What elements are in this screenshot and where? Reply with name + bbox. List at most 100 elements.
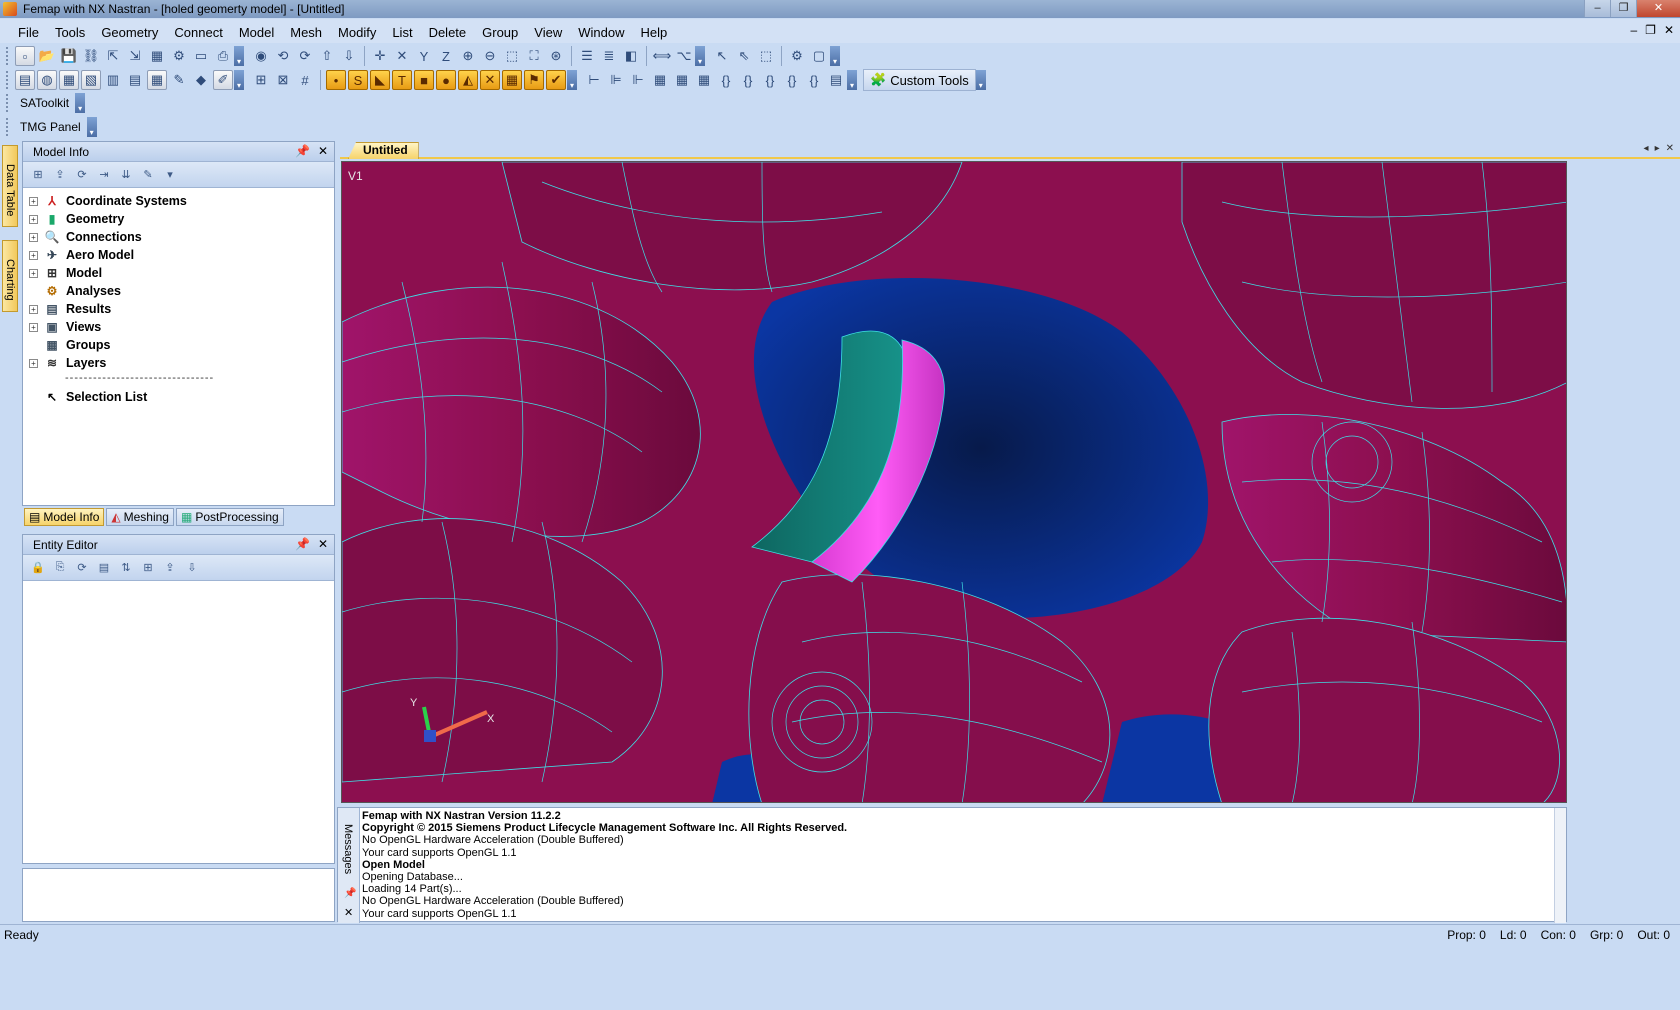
expand-icon[interactable]: + bbox=[29, 358, 38, 368]
satoolkit-button[interactable]: SAToolkit bbox=[14, 96, 75, 110]
satoolkit-dropdown[interactable]: ▾ bbox=[75, 93, 86, 113]
zoom-window-icon[interactable]: ⬚ bbox=[502, 46, 522, 66]
autoscale-icon[interactable]: ⛶ bbox=[524, 46, 544, 66]
tree-item-geometry[interactable]: + ▮ Geometry bbox=[29, 210, 334, 228]
menu-mesh[interactable]: Mesh bbox=[282, 25, 330, 40]
highlight-icon[interactable]: ✎ bbox=[139, 166, 157, 184]
menu-model[interactable]: Model bbox=[231, 25, 282, 40]
folder-up-icon[interactable]: ⇪ bbox=[51, 166, 69, 184]
mdi-minimize-button[interactable]: – bbox=[1630, 23, 1637, 37]
grid-icon[interactable]: ▥ bbox=[103, 70, 123, 90]
tree-item-analyses[interactable]: ⚙ Analyses bbox=[29, 282, 334, 300]
tree-item-model[interactable]: + ⊞ Model bbox=[29, 264, 334, 282]
import-icon[interactable]: ⇩ bbox=[183, 559, 201, 577]
toolbar-overflow-dropdown-2[interactable]: ▾ bbox=[695, 46, 705, 66]
messages-side-tab[interactable]: Messages 📌 ✕ bbox=[338, 808, 360, 923]
expand-icon[interactable]: + bbox=[29, 196, 38, 206]
print-icon[interactable]: ⎙ bbox=[213, 46, 233, 66]
tree-item-selection-list[interactable]: ↖ Selection List bbox=[29, 388, 334, 406]
toolbar-overflow-dropdown[interactable]: ▾ bbox=[234, 46, 244, 66]
element-icon[interactable]: ◭ bbox=[458, 70, 478, 90]
tree-item-views[interactable]: + ▣ Views bbox=[29, 318, 334, 336]
custom-tools-dropdown[interactable]: ▾ bbox=[975, 70, 986, 90]
align-icon-2[interactable]: ⊫ bbox=[606, 70, 626, 90]
tab-meshing[interactable]: ◭ Meshing bbox=[106, 508, 174, 526]
table-grid-icon-3[interactable]: ▦ bbox=[694, 70, 714, 90]
render-icon[interactable]: ▧ bbox=[81, 70, 101, 90]
constraint-icon[interactable]: ✔ bbox=[546, 70, 566, 90]
tab-charting[interactable]: Charting bbox=[2, 240, 18, 312]
move-down-icon[interactable]: ⇊ bbox=[117, 166, 135, 184]
expand-icon[interactable]: + bbox=[29, 268, 38, 278]
expand-icon[interactable]: + bbox=[29, 250, 38, 260]
zoom-in-icon[interactable]: ⊕ bbox=[458, 46, 478, 66]
select-icon[interactable]: ↖ bbox=[712, 46, 732, 66]
femap-app-icon[interactable] bbox=[3, 2, 17, 16]
arrow-up-icon[interactable]: ⇧ bbox=[317, 46, 337, 66]
menu-view[interactable]: View bbox=[526, 25, 570, 40]
refresh-icon[interactable]: ⟳ bbox=[73, 559, 91, 577]
solid-icon[interactable]: ■ bbox=[414, 70, 434, 90]
point-icon[interactable]: • bbox=[326, 70, 346, 90]
menu-delete[interactable]: Delete bbox=[421, 25, 475, 40]
solid-view-icon[interactable]: ◧ bbox=[621, 46, 641, 66]
shapes-icon[interactable]: ◆ bbox=[191, 70, 211, 90]
paint-icon[interactable]: ✎ bbox=[169, 70, 189, 90]
close-icon[interactable]: ✕ bbox=[318, 144, 328, 158]
tree-item-aero-model[interactable]: + ✈ Aero Model bbox=[29, 246, 334, 264]
surface-icon[interactable]: ◣ bbox=[370, 70, 390, 90]
pin-icon[interactable]: 📌 bbox=[295, 144, 310, 158]
expand-icon[interactable]: ⊞ bbox=[139, 559, 157, 577]
view-x-icon[interactable]: ✕ bbox=[392, 46, 412, 66]
custom-tools-button[interactable]: 🧩 Custom Tools bbox=[863, 69, 976, 91]
lock-icon[interactable]: 🔒 bbox=[29, 559, 47, 577]
import-icon[interactable]: ⇱ bbox=[103, 46, 123, 66]
toolbar-grip-3[interactable] bbox=[6, 94, 10, 112]
copy-icon[interactable]: ⎘ bbox=[51, 559, 69, 577]
save-icon[interactable]: 💾 bbox=[59, 46, 79, 66]
toolbar-grip[interactable] bbox=[6, 47, 10, 65]
globe-icon[interactable]: ◉ bbox=[251, 46, 271, 66]
menu-file[interactable]: File bbox=[10, 25, 47, 40]
expand-icon[interactable]: + bbox=[29, 304, 38, 314]
toolbar-overflow-dropdown-5[interactable]: ▾ bbox=[567, 70, 577, 90]
analysis-icon[interactable]: ⚙ bbox=[169, 46, 189, 66]
boundary-icon[interactable]: ✕ bbox=[480, 70, 500, 90]
mdi-restore-button[interactable]: ❐ bbox=[1645, 23, 1656, 37]
view-y-icon[interactable]: Y bbox=[414, 46, 434, 66]
table-grid-icon-2[interactable]: ▦ bbox=[672, 70, 692, 90]
highlight-dropdown-icon[interactable]: ▾ bbox=[161, 166, 179, 184]
move-icon[interactable]: ⇥ bbox=[95, 166, 113, 184]
view-select-icon[interactable]: ▤ bbox=[15, 70, 35, 90]
tree-item-results[interactable]: + ▤ Results bbox=[29, 300, 334, 318]
align-left-icon[interactable]: ⊢ bbox=[584, 70, 604, 90]
brace-icon-2[interactable]: {} bbox=[738, 70, 758, 90]
graphics-viewport[interactable]: V1 X Y bbox=[341, 161, 1567, 803]
toolbar-overflow-dropdown-4[interactable]: ▾ bbox=[234, 70, 244, 90]
pick-icon[interactable]: ⇖ bbox=[734, 46, 754, 66]
mdi-close-button[interactable]: ✕ bbox=[1664, 23, 1674, 37]
expand-icon[interactable]: + bbox=[29, 232, 38, 242]
table-icon[interactable]: ▦ bbox=[147, 46, 167, 66]
edit-icon[interactable]: ✐ bbox=[213, 70, 233, 90]
report-icon[interactable]: ▤ bbox=[826, 70, 846, 90]
menu-modify[interactable]: Modify bbox=[330, 25, 384, 40]
expand-icon[interactable]: + bbox=[29, 214, 38, 224]
mesh-icon[interactable]: ⊞ bbox=[251, 70, 271, 90]
tab-model-info[interactable]: ▤ Model Info bbox=[24, 508, 105, 526]
close-icon[interactable]: ✕ bbox=[318, 537, 328, 551]
pin-icon[interactable]: 📌 bbox=[295, 537, 310, 551]
minimize-button[interactable]: – bbox=[1584, 0, 1610, 17]
workplane-icon[interactable]: ▤ bbox=[125, 70, 145, 90]
tmg-panel-button[interactable]: TMG Panel bbox=[14, 120, 87, 134]
toolbar-overflow-dropdown-3[interactable]: ▾ bbox=[830, 46, 840, 66]
toolbar-grip-2[interactable] bbox=[6, 71, 10, 89]
refresh-icon[interactable]: ⟳ bbox=[73, 166, 91, 184]
export-icon[interactable]: ⇲ bbox=[125, 46, 145, 66]
tree-item-coordinate-systems[interactable]: + ⅄ Coordinate Systems bbox=[29, 192, 334, 210]
view-style-icon[interactable]: ◍ bbox=[37, 70, 57, 90]
tree-item-groups[interactable]: ▦ Groups bbox=[29, 336, 334, 354]
magnify-icon[interactable]: ⊛ bbox=[546, 46, 566, 66]
picture-icon[interactable]: ▭ bbox=[191, 46, 211, 66]
pin-icon[interactable]: 📌 bbox=[344, 888, 356, 899]
